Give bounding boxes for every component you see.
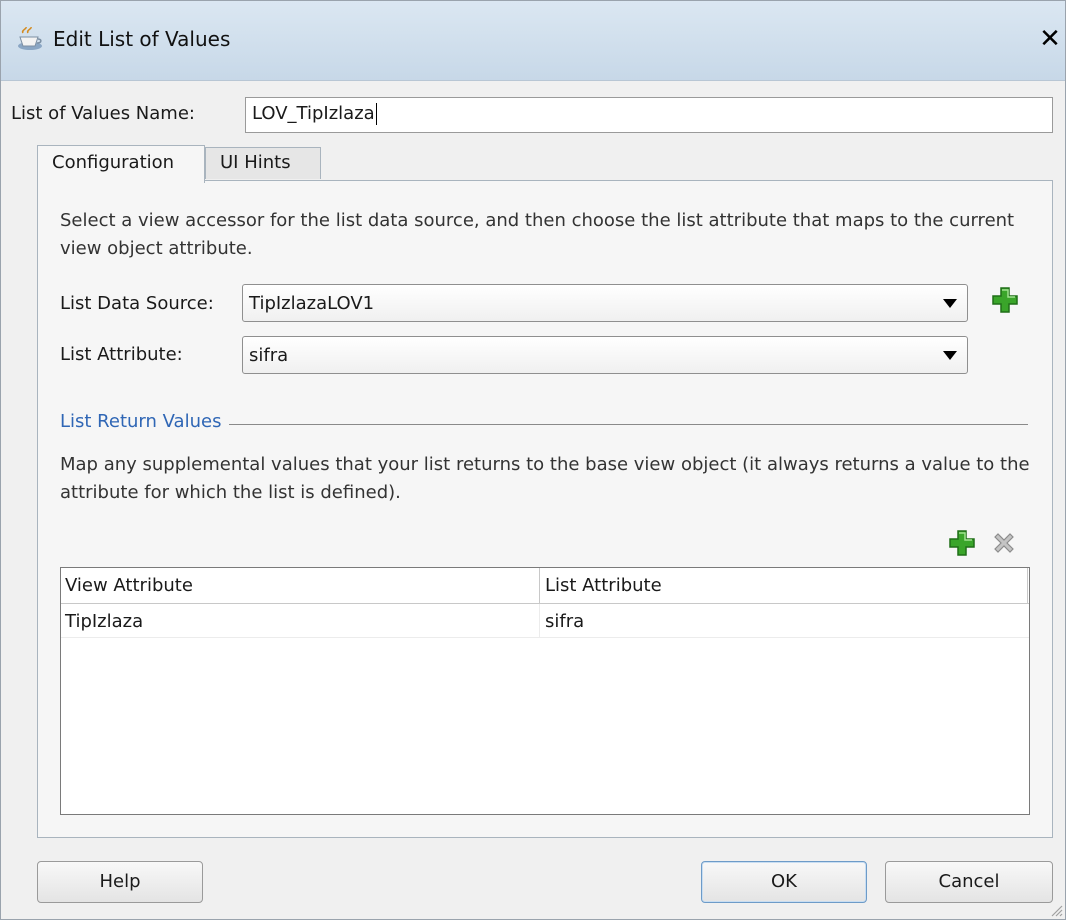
title-bar: Edit List of Values ✕	[1, 1, 1065, 81]
column-divider	[539, 604, 540, 638]
tab-configuration[interactable]: Configuration	[37, 145, 205, 183]
chevron-down-icon	[943, 351, 957, 360]
cancel-button-label: Cancel	[938, 871, 1000, 892]
edit-lov-dialog: Edit List of Values ✕ List of Values Nam…	[0, 0, 1066, 920]
return-values-description: Map any supplemental values that your li…	[60, 454, 1030, 503]
close-icon: ✕	[1039, 24, 1061, 54]
remove-row-button[interactable]	[990, 529, 1018, 557]
column-divider	[539, 568, 540, 604]
configuration-panel: Select a view accessor for the list data…	[37, 180, 1053, 838]
list-attribute-combo[interactable]: sifra	[242, 336, 968, 374]
coffee-cup-icon	[18, 27, 42, 50]
list-attribute-label: List Attribute:	[60, 344, 183, 365]
tab-ui-hints[interactable]: UI Hints	[205, 147, 321, 179]
column-divider	[1027, 568, 1028, 604]
column-header-view-attribute[interactable]: View Attribute	[65, 575, 193, 596]
tab-configuration-label: Configuration	[52, 152, 175, 173]
add-row-button[interactable]	[948, 529, 976, 557]
return-values-title: List Return Values	[60, 411, 230, 432]
close-button[interactable]: ✕	[1037, 24, 1063, 54]
column-header-list-attribute[interactable]: List Attribute	[545, 575, 662, 596]
list-attribute-value: sifra	[249, 345, 289, 366]
data-source-value: TipIzlazaLOV1	[249, 293, 375, 314]
tab-ui-hints-label: UI Hints	[220, 152, 291, 173]
lov-name-value: LOV_TipIzlaza	[252, 103, 375, 124]
resize-grip-icon[interactable]	[1047, 901, 1063, 917]
dialog-title: Edit List of Values	[53, 27, 231, 51]
data-source-combo[interactable]: TipIzlazaLOV1	[242, 284, 968, 322]
ok-button-label: OK	[771, 871, 797, 892]
chevron-down-icon	[943, 299, 957, 308]
help-button-label: Help	[99, 871, 141, 892]
return-values-table: View Attribute List Attribute TipIzlaza …	[60, 567, 1030, 815]
cell-view-attribute[interactable]: TipIzlaza	[65, 611, 143, 632]
table-header: View Attribute List Attribute	[61, 568, 1029, 604]
ok-button[interactable]: OK	[701, 861, 867, 903]
lov-name-label: List of Values Name:	[11, 103, 195, 124]
table-row[interactable]: TipIzlaza sifra	[61, 604, 1029, 638]
cancel-button[interactable]: Cancel	[885, 861, 1053, 903]
cell-list-attribute[interactable]: sifra	[545, 611, 584, 632]
add-data-source-button[interactable]	[991, 286, 1019, 314]
help-button[interactable]: Help	[37, 861, 203, 903]
data-source-label: List Data Source:	[60, 293, 214, 314]
text-caret	[375, 103, 377, 125]
lov-name-input[interactable]: LOV_TipIzlaza	[245, 97, 1053, 133]
configuration-description: Select a view accessor for the list data…	[60, 210, 1015, 259]
